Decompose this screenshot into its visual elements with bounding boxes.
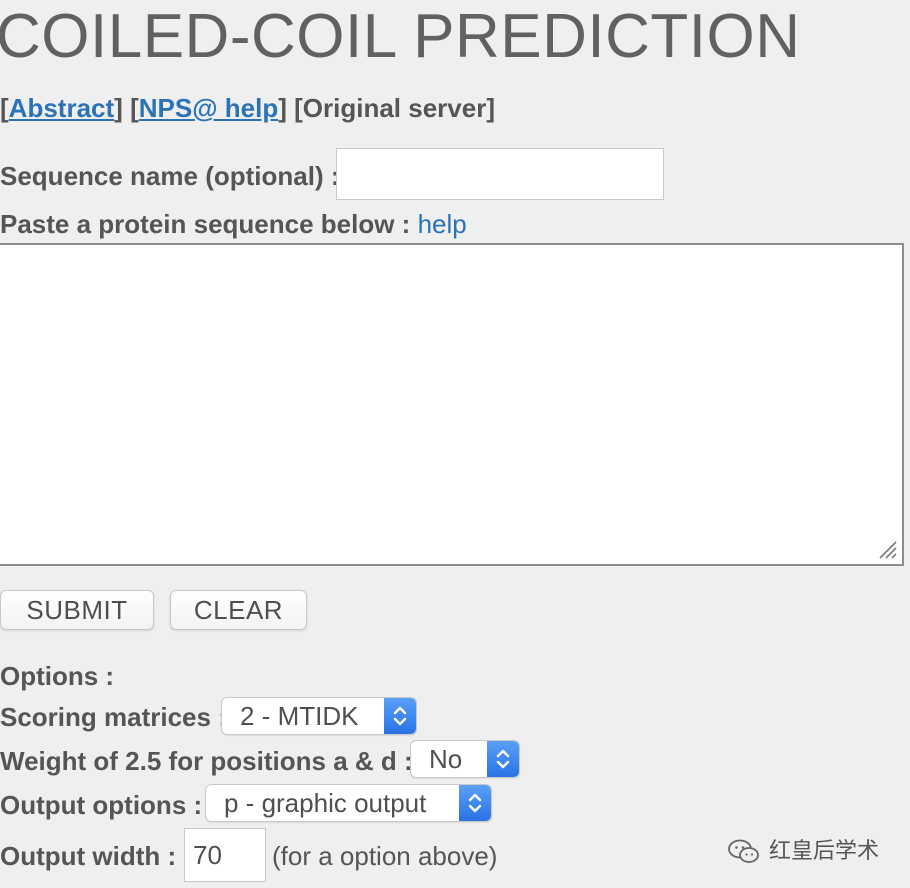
sequence-name-input[interactable]	[336, 148, 664, 200]
submit-button[interactable]: SUBMIT	[0, 590, 154, 630]
output-options-select[interactable]: p - graphic output	[205, 784, 492, 822]
sequence-textarea[interactable]	[0, 243, 904, 566]
bracket-open: [	[130, 93, 139, 123]
watermark-text: 红皇后学术	[769, 838, 880, 863]
paste-sequence-text: Paste a protein sequence below :	[0, 209, 411, 239]
paste-sequence-label: Paste a protein sequence below : help	[0, 208, 467, 240]
sequence-name-label: Sequence name (optional) :	[0, 161, 340, 191]
link-bar: [Abstract] [NPS@ help] [Original server]	[0, 92, 495, 124]
select-arrows-icon	[459, 785, 491, 821]
bracket-close: ]	[114, 93, 123, 123]
abstract-link[interactable]: Abstract	[9, 93, 114, 123]
weight-value: No	[429, 744, 463, 774]
original-server-text: [Original server]	[294, 93, 495, 123]
output-width-hint: (for a option above)	[272, 841, 498, 871]
watermark: 红皇后学术	[727, 836, 879, 866]
wechat-icon	[728, 839, 759, 864]
output-options-label: Output options :	[0, 790, 203, 820]
output-width-label: Output width :	[0, 841, 177, 871]
select-arrows-icon	[384, 698, 416, 734]
weight-select[interactable]: No	[410, 740, 520, 778]
paste-help-link[interactable]: help	[418, 209, 467, 239]
bracket-close: ]	[278, 93, 287, 123]
nps-help-link[interactable]: NPS@ help	[139, 93, 278, 123]
page-title: COILED-COIL PREDICTION	[0, 2, 801, 71]
bracket-open: [	[0, 93, 9, 123]
scoring-matrices-select[interactable]: 2 - MTIDK	[221, 697, 417, 735]
output-options-value: p - graphic output	[224, 788, 427, 818]
clear-button[interactable]: CLEAR	[170, 590, 307, 630]
scoring-matrices-label: Scoring matrices :	[0, 702, 227, 732]
scoring-matrices-value: 2 - MTIDK	[240, 701, 359, 731]
select-arrows-icon	[487, 741, 519, 777]
options-header: Options :	[0, 661, 115, 691]
resize-grip-icon[interactable]	[874, 536, 898, 560]
output-width-input[interactable]: 70	[184, 828, 266, 882]
weight-label: Weight of 2.5 for positions a & d :	[0, 746, 413, 776]
